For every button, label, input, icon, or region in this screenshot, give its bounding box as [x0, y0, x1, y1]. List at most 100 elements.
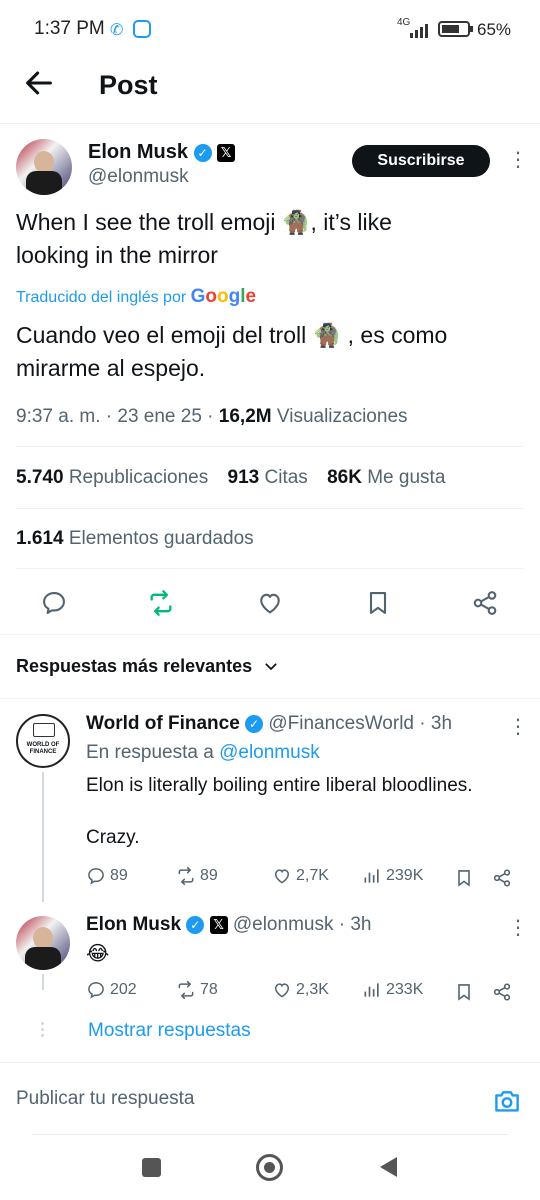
thread-dots: [40, 1022, 46, 1040]
translated-text-line: mirarme al espejo.: [16, 355, 206, 381]
camera-icon[interactable]: [492, 1086, 522, 1116]
divider: [16, 446, 524, 447]
reply-views-button[interactable]: 233K: [362, 980, 423, 1000]
share-icon[interactable]: [471, 589, 499, 617]
reply-reply-button[interactable]: 89: [86, 866, 128, 886]
views-chart-icon: [364, 869, 379, 883]
post-text-line: When I see the troll emoji 🧌, it’s like: [16, 209, 392, 235]
reposts-label: Republicaciones: [68, 467, 209, 488]
status-time: 1:37 PM: [34, 18, 105, 39]
replies-sort-label: Respuestas más relevantes: [16, 656, 253, 676]
app-notification-icon: [133, 20, 151, 38]
home-button-icon[interactable]: [256, 1154, 283, 1181]
thread-line: [42, 772, 44, 902]
reply-actions: 202 78 2,3K 233K: [86, 980, 516, 1004]
repost-icon: [178, 866, 194, 886]
like-heart-icon[interactable]: [256, 589, 284, 617]
reply-icon: [88, 982, 104, 999]
reply-text: 😂: [86, 943, 110, 965]
reply-actions: 89 89 2,7K 239K: [86, 866, 516, 890]
translation-attribution[interactable]: Traducido del inglés por Google: [16, 286, 256, 308]
back-arrow-icon[interactable]: [22, 66, 56, 100]
reply-reply-button[interactable]: 202: [86, 980, 137, 1000]
repost-icon[interactable]: [147, 589, 175, 617]
battery-icon: [438, 21, 473, 37]
reply-author-name[interactable]: Elon Musk: [86, 914, 181, 935]
signal-icon: [410, 24, 428, 38]
reply-like-button[interactable]: 2,3K: [272, 980, 329, 1000]
reply-time: · 3h: [419, 713, 453, 734]
verified-badge-icon: ✓: [193, 143, 212, 162]
more-options-icon[interactable]: ⋮: [508, 150, 528, 170]
quotes-stat[interactable]: 913 Citas: [228, 467, 308, 488]
thread-line: [42, 974, 44, 990]
back-triangle-icon[interactable]: [378, 1156, 398, 1178]
share-icon[interactable]: [492, 868, 512, 888]
status-bar: 1:37 PM ✆ 4G 65%: [0, 0, 540, 60]
bookmark-icon[interactable]: [454, 982, 474, 1002]
author-handle[interactable]: @elonmusk: [88, 166, 189, 188]
bookmark-icon[interactable]: [364, 589, 392, 617]
repost-count: 89: [200, 867, 218, 884]
reply-to-handle[interactable]: @elonmusk: [219, 742, 320, 763]
share-icon[interactable]: [492, 982, 512, 1002]
translated-text-line: Cuando veo el emoji del troll 🧌 , es com…: [16, 322, 448, 348]
reply-text-line: Elon is literally boiling entire liberal…: [86, 775, 473, 796]
subscribe-button[interactable]: Suscribirse: [352, 145, 490, 177]
post-text-line: looking in the mirror: [16, 242, 218, 268]
reply-text-line: Crazy.: [86, 827, 140, 848]
reply-like-button[interactable]: 2,7K: [272, 866, 329, 886]
reply-repost-button[interactable]: 78: [176, 980, 218, 1000]
post-text: When I see the troll emoji 🧌, it’s like …: [16, 206, 521, 272]
reply-header: Elon Musk ✓ 𝕏 @elonmusk · 3h: [86, 914, 372, 936]
reply-views-button[interactable]: 239K: [362, 866, 423, 886]
likes-label: Me gusta: [367, 467, 446, 488]
author-avatar[interactable]: [16, 139, 72, 195]
divider: [0, 634, 540, 635]
divider: [16, 508, 524, 509]
repost-count: 78: [200, 981, 218, 998]
system-nav-bar: [0, 1135, 540, 1200]
x-affiliate-badge-icon: 𝕏: [217, 143, 236, 162]
reply-header: World of Finance ✓ @FinancesWorld · 3h: [86, 713, 452, 735]
likes-stat[interactable]: 86K Me gusta: [327, 467, 445, 488]
show-replies-link[interactable]: Mostrar respuestas: [88, 1020, 251, 1042]
views-count: 239K: [386, 867, 424, 884]
header-divider: [0, 123, 540, 124]
reply-text: Elon is literally boiling entire liberal…: [86, 773, 526, 851]
reply-handle[interactable]: @elonmusk: [233, 914, 334, 935]
page-title: Post: [99, 70, 158, 100]
like-heart-icon: [274, 869, 290, 884]
more-options-icon[interactable]: ⋮: [508, 717, 528, 737]
reply-handle[interactable]: @FinancesWorld: [268, 713, 414, 734]
more-options-icon[interactable]: ⋮: [508, 918, 528, 938]
x-affiliate-badge-icon: 𝕏: [209, 915, 228, 934]
avatar-text: WORLD OF FINANCE: [26, 742, 60, 755]
reposts-stat[interactable]: 5.740 Republicaciones: [16, 467, 208, 488]
post-timestamp[interactable]: 9:37 a. m. · 23 ene 25 ·: [16, 406, 219, 427]
reply-icon[interactable]: [40, 589, 68, 617]
divider: [16, 568, 524, 569]
reply-avatar[interactable]: WORLD OF FINANCE: [16, 714, 70, 768]
likes-count: 86K: [327, 467, 362, 488]
bookmark-icon[interactable]: [454, 868, 474, 888]
reply-repost-button[interactable]: 89: [176, 866, 218, 886]
reply-time: · 3h: [338, 914, 372, 935]
reply-to-line: En respuesta a @elonmusk: [86, 742, 320, 764]
author-name-row[interactable]: Elon Musk ✓ 𝕏: [88, 141, 236, 164]
reply-author-name[interactable]: World of Finance: [86, 713, 240, 734]
battery-percent: 65%: [477, 20, 512, 39]
author-name[interactable]: Elon Musk: [88, 141, 188, 163]
reply-composer-input[interactable]: Publicar tu respuesta: [16, 1088, 476, 1116]
bookmarks-stat[interactable]: 1.614 Elementos guardados: [16, 528, 254, 550]
divider: [0, 698, 540, 699]
reply-avatar[interactable]: [16, 916, 70, 970]
divider: [0, 1062, 540, 1063]
post-meta: 9:37 a. m. · 23 ene 25 · 16,2M Visualiza…: [16, 406, 408, 428]
like-count: 2,3K: [296, 981, 329, 998]
views-label: Visualizaciones: [276, 406, 408, 427]
recent-apps-icon[interactable]: [142, 1158, 161, 1177]
engagement-stats: 5.740 Republicaciones 913 Citas 86K Me g…: [16, 467, 445, 489]
replies-sort-dropdown[interactable]: Respuestas más relevantes: [16, 656, 279, 677]
views-count: 16,2M: [218, 406, 272, 427]
